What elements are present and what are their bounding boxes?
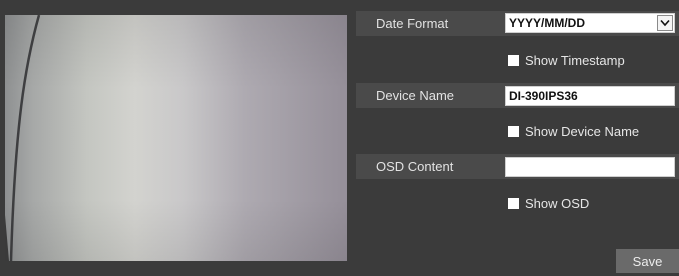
- osd-content-label: OSD Content: [376, 159, 454, 174]
- show-timestamp-label: Show Timestamp: [525, 53, 625, 68]
- show-timestamp-checkbox[interactable]: [508, 55, 519, 66]
- show-device-name-option[interactable]: Show Device Name: [508, 124, 639, 139]
- osd-content-input[interactable]: [505, 157, 675, 177]
- cable-shadow: [5, 15, 45, 261]
- video-preview: [5, 15, 347, 261]
- chevron-down-icon[interactable]: [657, 15, 673, 31]
- date-format-select[interactable]: YYYY/MM/DD: [505, 13, 675, 33]
- show-device-name-label: Show Device Name: [525, 124, 640, 139]
- device-name-input[interactable]: [505, 86, 675, 106]
- video-shade: [5, 15, 347, 261]
- show-device-name-checkbox[interactable]: [508, 126, 519, 137]
- date-format-label: Date Format: [376, 16, 449, 31]
- device-name-label: Device Name: [376, 88, 455, 103]
- date-format-value: YYYY/MM/DD: [509, 16, 586, 30]
- show-timestamp-option[interactable]: Show Timestamp: [508, 53, 625, 68]
- save-button[interactable]: Save: [616, 249, 679, 273]
- show-osd-checkbox[interactable]: [508, 198, 519, 209]
- show-osd-option[interactable]: Show OSD: [508, 196, 589, 211]
- show-osd-label: Show OSD: [525, 196, 590, 211]
